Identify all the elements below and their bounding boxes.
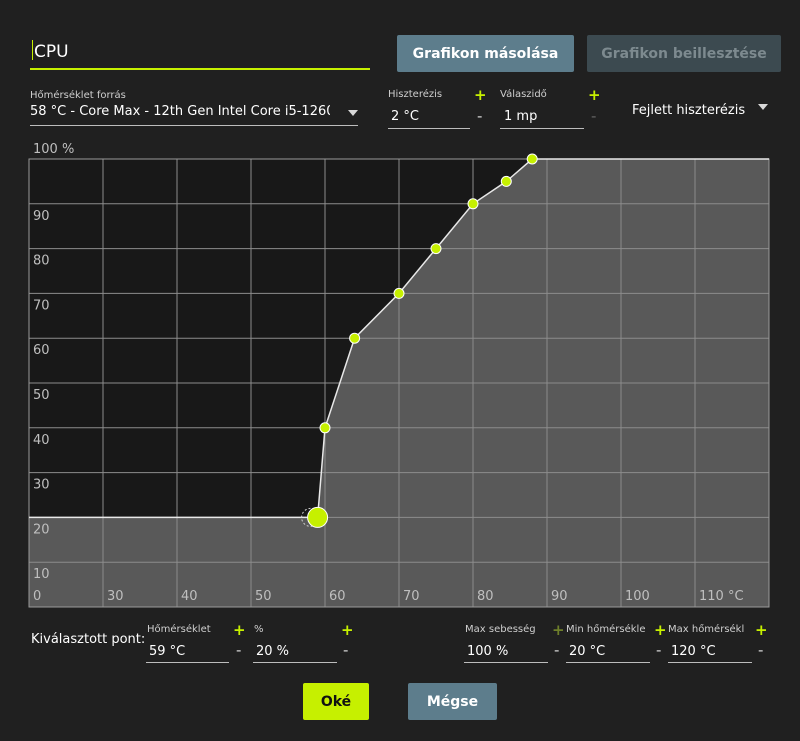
point-temp-minus-button[interactable]: - [236, 641, 241, 659]
x-tick-label: 60 [329, 589, 346, 604]
selected-point-label: Kiválasztott pont: [31, 632, 146, 647]
y-tick-label: 10 [33, 567, 50, 582]
min-temp-value: 20 °C [569, 644, 606, 659]
max-temp-label: Max hőmérsékl [668, 624, 745, 635]
curve-point[interactable] [430, 243, 442, 255]
x-tick-label: 90 [551, 589, 568, 604]
max-speed-label: Max sebesség [465, 624, 536, 635]
x-tick-label: 50 [255, 589, 272, 604]
cancel-button[interactable]: Mégse [408, 683, 497, 720]
max-temp-value: 120 °C [671, 644, 716, 659]
curve-point[interactable] [526, 153, 538, 165]
point-percent-field[interactable]: 20 % [253, 640, 337, 663]
curve-point[interactable] [349, 332, 361, 344]
y-tick-label: 50 [33, 388, 50, 403]
max-speed-field[interactable]: 100 % [464, 640, 548, 663]
min-temp-label: Min hőmérsékle [566, 624, 646, 635]
point-percent-plus-button[interactable]: + [341, 621, 354, 639]
curve-point[interactable] [319, 422, 331, 434]
point-temp-field[interactable]: 59 °C [146, 640, 229, 663]
x-tick-label: 30 [107, 589, 124, 604]
x-tick-label: 70 [403, 589, 420, 604]
y-tick-label: 60 [33, 343, 50, 358]
curve-point[interactable] [393, 287, 405, 299]
y-tick-label: 90 [33, 209, 50, 224]
y-tick-label: 70 [33, 298, 50, 313]
y-tick-label: 20 [33, 522, 50, 537]
curve-point[interactable] [467, 198, 479, 210]
curve-point[interactable] [500, 175, 512, 187]
x-tick-label: 100 [625, 589, 650, 604]
point-temp-plus-button[interactable]: + [233, 621, 246, 639]
max-speed-plus-button[interactable]: + [552, 621, 565, 639]
point-percent-label: % [254, 624, 264, 635]
y-tick-label: 100 % [33, 142, 74, 157]
point-percent-minus-button[interactable]: - [343, 641, 348, 659]
ok-button[interactable]: Oké [303, 683, 369, 720]
max-temp-minus-button[interactable]: - [758, 641, 763, 659]
max-temp-plus-button[interactable]: + [755, 621, 768, 639]
min-temp-field[interactable]: 20 °C [566, 640, 650, 663]
max-speed-minus-button[interactable]: - [554, 641, 559, 659]
x-tick-label: 40 [181, 589, 198, 604]
curve-point-selected[interactable] [307, 506, 329, 528]
max-temp-field[interactable]: 120 °C [668, 640, 752, 663]
max-speed-value: 100 % [467, 644, 509, 659]
y-tick-label: 40 [33, 433, 50, 448]
point-temp-label: Hőmérséklet [147, 624, 211, 635]
x-tick-label: 110 °C [699, 589, 744, 604]
min-temp-minus-button[interactable]: - [656, 641, 661, 659]
y-tick-label: 80 [33, 254, 50, 269]
x-tick-label: 80 [477, 589, 494, 604]
min-temp-plus-button[interactable]: + [654, 621, 667, 639]
point-temp-value: 59 °C [149, 644, 186, 659]
point-percent-value: 20 % [256, 644, 290, 659]
y-tick-label: 30 [33, 478, 50, 493]
x-tick-label: 0 [33, 589, 41, 604]
